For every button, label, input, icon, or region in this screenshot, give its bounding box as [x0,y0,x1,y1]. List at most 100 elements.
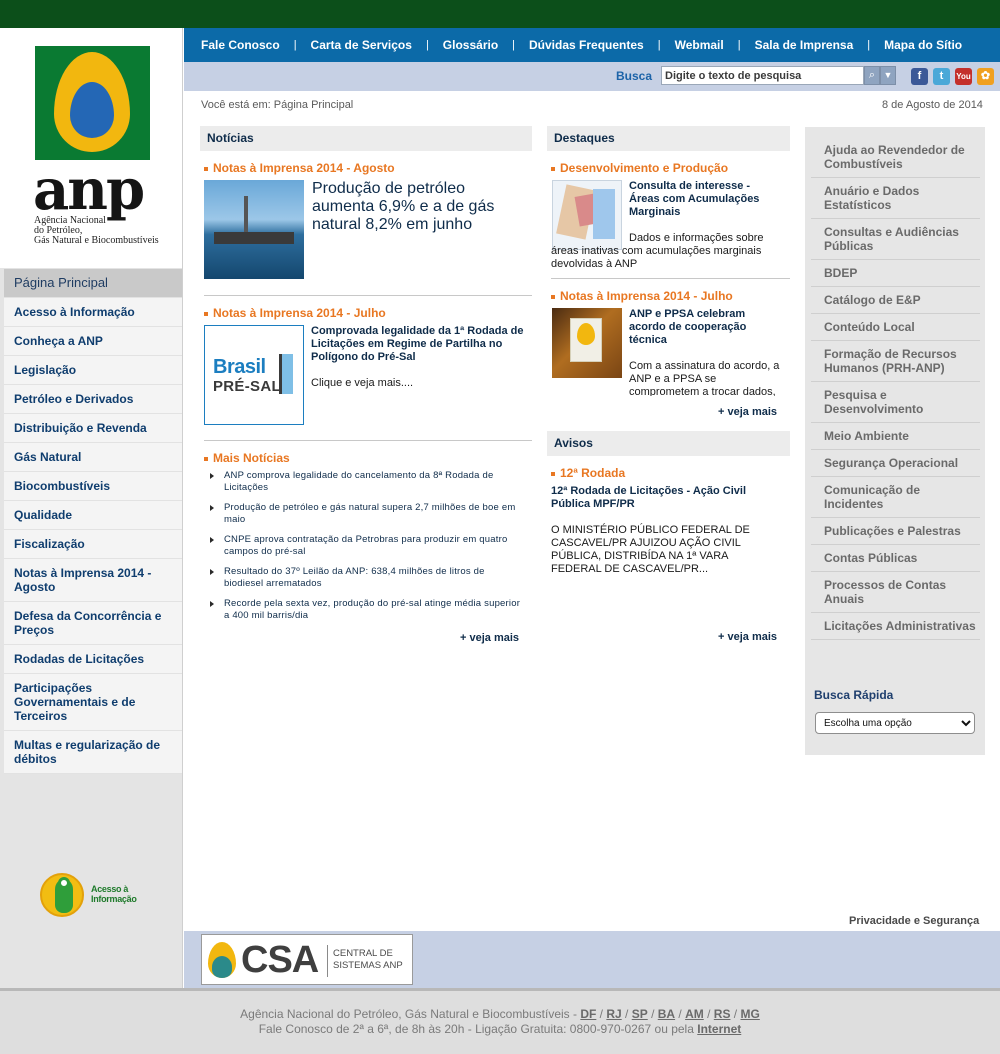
noticia-title-legalidade[interactable]: Comprovada legalidade da 1ª Rodada de Li… [311,325,526,364]
orange-square-icon [551,471,555,476]
top-nav-bar: Fale Conosco | Carta de Serviços | Gloss… [184,28,1000,62]
mais-noticias-header: Mais Notícias [204,451,290,465]
left-nav-rodadas-licitacoes[interactable]: Rodadas de Licitações [4,645,182,674]
left-nav-petroleo-derivados[interactable]: Petróleo e Derivados [4,385,182,414]
search-input[interactable] [661,66,864,85]
top-nav-duvidas-frequentes[interactable]: Dúvidas Frequentes [529,38,644,52]
twitter-icon[interactable]: t [933,68,950,85]
top-nav-fale-conosco[interactable]: Fale Conosco [201,38,280,52]
orange-square-icon [551,166,555,171]
destaques-category-desenvolvimento[interactable]: Desenvolvimento e Produção [551,161,728,175]
right-menu-item-seguranca[interactable]: Segurança Operacional [811,450,980,477]
divider [551,278,790,279]
right-menu-item-comunicacao[interactable]: Comunicação de Incidentes [811,477,980,518]
clique-veja-mais-link[interactable]: Clique e veja mais.... [311,377,413,389]
left-nav-notas-imprensa[interactable]: Notas à Imprensa 2014 - Agosto [4,559,182,602]
left-nav-legislacao[interactable]: Legislação [4,356,182,385]
office-link-sp[interactable]: SP [632,1007,648,1021]
acesso-informacao-badge[interactable]: Acesso à Informação [40,873,150,919]
left-nav-biocombustiveis[interactable]: Biocombustíveis [4,472,182,501]
divider [204,440,532,441]
noticias-header: Notícias [200,126,532,151]
list-item[interactable]: Recorde pela sexta vez, produção do pré-… [210,598,525,622]
left-nav-defesa-concorrencia[interactable]: Defesa da Concorrência e Preços [4,602,182,645]
office-link-mg[interactable]: MG [740,1007,759,1021]
top-nav-mapa-sitio[interactable]: Mapa do Sítio [884,38,962,52]
left-nav-distribuicao-revenda[interactable]: Distribuição e Revenda [4,414,182,443]
avisos-veja-mais-link[interactable]: + veja mais [718,631,777,643]
left-nav-qualidade[interactable]: Qualidade [4,501,182,530]
noticias-category-agosto[interactable]: Notas à Imprensa 2014 - Agosto [204,161,395,175]
right-menu-item-catalogo[interactable]: Catálogo de E&P [811,287,980,314]
list-item[interactable]: CNPE aprova contratação da Petrobras par… [210,534,525,558]
right-menu-item-conteudo-local[interactable]: Conteúdo Local [811,314,980,341]
noticias-veja-mais-link[interactable]: + veja mais [460,632,519,644]
left-nav-fiscalizacao[interactable]: Fiscalização [4,530,182,559]
office-link-ba[interactable]: BA [658,1007,675,1021]
search-label: Busca [616,69,653,83]
right-menu-item-meio-ambiente[interactable]: Meio Ambiente [811,423,980,450]
flickr-icon[interactable]: ✿ [977,68,994,85]
right-menu-item-anuario[interactable]: Anuário e Dados Estatísticos [811,178,980,219]
destaques-header: Destaques [547,126,790,151]
noticia-title-producao[interactable]: Produção de petróleo aumenta 6,9% e a de… [312,180,522,234]
office-link-am[interactable]: AM [685,1007,704,1021]
list-item[interactable]: Resultado do 37º Leilão da ANP: 638,4 mi… [210,566,525,590]
right-sidebar: Ajuda ao Revendedor de Combustíveis Anuá… [805,127,985,755]
top-green-strip [0,0,1000,28]
nav-separator: | [425,39,429,51]
top-nav-carta-servicos[interactable]: Carta de Serviços [311,38,412,52]
search-icon[interactable]: ⌕ [864,66,880,85]
left-nav-acesso-informacao[interactable]: Acesso à Informação [4,298,182,327]
right-menu-item-contas-publicas[interactable]: Contas Públicas [811,545,980,572]
right-menu-item-ajuda-revendedor[interactable]: Ajuda ao Revendedor de Combustíveis [811,137,980,178]
anp-logo[interactable]: anp Agência Nacional do Petróleo, Gás Na… [0,28,182,268]
logo-green-square [35,46,150,160]
facebook-icon[interactable]: f [911,68,928,85]
destaque-title-ppsa[interactable]: ANP e PPSA celebram acordo de cooperação… [629,308,779,347]
top-nav-webmail[interactable]: Webmail [675,38,724,52]
right-menu-item-consultas[interactable]: Consultas e Audiências Públicas [811,219,980,260]
right-menu-item-bdep[interactable]: BDEP [811,260,980,287]
destaques-veja-mais-link[interactable]: + veja mais [718,406,777,418]
office-link-rs[interactable]: RS [714,1007,731,1021]
csa-logo[interactable]: CSA CENTRAL DE SISTEMAS ANP [201,934,413,985]
top-nav-glossario[interactable]: Glossário [443,38,498,52]
right-menu-item-formacao[interactable]: Formação de Recursos Humanos (PRH-ANP) [811,341,980,382]
destaques-category-julho[interactable]: Notas à Imprensa 2014 - Julho [551,289,733,303]
orange-square-icon [551,294,555,299]
left-nav-gas-natural[interactable]: Gás Natural [4,443,182,472]
left-nav-multas[interactable]: Multas e regularização de débitos [4,731,182,774]
noticias-category-julho[interactable]: Notas à Imprensa 2014 - Julho [204,306,386,320]
destaque-title-consulta[interactable]: Consulta de interesse - Áreas com Acumul… [629,180,779,219]
right-menu-item-pesquisa[interactable]: Pesquisa e Desenvolvimento [811,382,980,423]
busca-rapida-select[interactable]: Escolha uma opção [815,712,975,734]
chevron-down-icon[interactable]: ▼ [880,66,896,85]
mais-noticias-list: ANP comprova legalidade do cancelamento … [210,470,525,630]
brasil-pre-sal-image[interactable]: Brasil PRÉ-SAL [204,325,304,425]
left-nav-participacoes[interactable]: Participações Governamentais e de Tercei… [4,674,182,731]
orange-square-icon [204,311,208,316]
office-link-rj[interactable]: RJ [606,1007,621,1021]
aviso-title[interactable]: 12ª Rodada de Licitações - Ação Civil Pú… [551,485,781,511]
right-menu-item-publicacoes[interactable]: Publicações e Palestras [811,518,980,545]
nav-separator: | [867,39,871,51]
avisos-category[interactable]: 12ª Rodada [551,466,625,480]
anp-plaque-image[interactable] [552,308,622,378]
oil-platform-image[interactable] [204,180,304,279]
nav-separator: | [293,39,297,51]
privacidade-link[interactable]: Privacidade e Segurança [849,915,979,927]
acesso-informacao-label: Acesso à Informação [91,884,137,904]
office-link-df[interactable]: DF [580,1007,596,1021]
right-menu-item-processos[interactable]: Processos de Contas Anuais [811,572,980,613]
top-nav-sala-imprensa[interactable]: Sala de Imprensa [755,38,854,52]
list-item[interactable]: ANP comprova legalidade do cancelamento … [210,470,525,494]
list-item[interactable]: Produção de petróleo e gás natural super… [210,502,525,526]
youtube-icon[interactable]: You [955,68,972,85]
busca-rapida-label: Busca Rápida [814,688,894,702]
destaque-text-ppsa: Com a assinatura do acordo, a ANP e a PP… [629,360,780,396]
right-menu-item-licitacoes[interactable]: Licitações Administrativas [811,613,980,640]
left-nav-conheca-anp[interactable]: Conheça a ANP [4,327,182,356]
internet-link[interactable]: Internet [697,1022,741,1036]
left-nav-pagina-principal[interactable]: Página Principal [4,269,182,298]
